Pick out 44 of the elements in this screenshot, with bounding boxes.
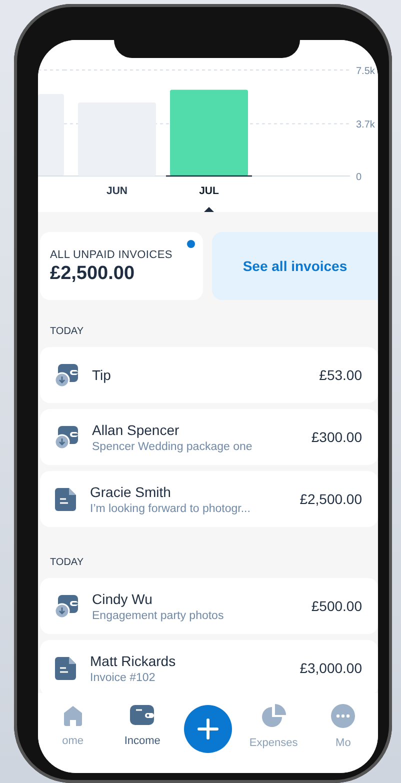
transaction-note: I’m looking forward to photogr... bbox=[90, 502, 250, 514]
section-header: TODAY bbox=[49, 325, 85, 339]
transaction-row[interactable]: Matt Rickards Invoice #102 £3,000.00 bbox=[40, 640, 378, 693]
wallet-download-icon bbox=[54, 424, 80, 450]
chart-bar[interactable] bbox=[170, 90, 248, 176]
more-icon bbox=[330, 703, 356, 729]
see-all-invoices-button[interactable]: See all invoices bbox=[212, 232, 378, 300]
axis-category-label[interactable]: JUL bbox=[199, 185, 219, 197]
axis-tick-label: 3.7k bbox=[356, 120, 375, 131]
transaction-row[interactable]: Gracie Smith I’m looking forward to photogr... £2,500.00 bbox=[40, 471, 378, 527]
nav-tab[interactable]: Income bbox=[114, 703, 170, 747]
transaction-name: Allan Spencer bbox=[92, 422, 180, 438]
transaction-row[interactable]: Cindy Wu Engagement party photos £500.00 bbox=[40, 578, 378, 634]
unpaid-total: £2,500.00 bbox=[50, 263, 136, 285]
document-icon bbox=[54, 486, 78, 512]
transaction-amount: £500.00 bbox=[311, 598, 362, 614]
axis-category-label[interactable]: JUN bbox=[106, 185, 128, 197]
card-label: ALL UNPAID INVOICES bbox=[50, 249, 174, 261]
document-icon bbox=[54, 655, 78, 681]
transaction-name: Cindy Wu bbox=[92, 590, 152, 606]
transaction-row[interactable]: Tip £53.00 bbox=[40, 347, 378, 403]
chart-bar[interactable] bbox=[78, 102, 156, 176]
transaction-amount: £53.00 bbox=[319, 367, 362, 383]
transaction-note: Spencer Wedding package one bbox=[92, 440, 252, 452]
transaction-name: Matt Rickards bbox=[90, 652, 176, 668]
axis-tick-label: 0 bbox=[356, 172, 362, 183]
transaction-name: Tip bbox=[92, 367, 111, 383]
section-header: TODAY bbox=[49, 556, 85, 570]
transaction-name: Gracie Smith bbox=[90, 484, 171, 500]
selection-pointer-icon bbox=[204, 207, 214, 212]
transaction-amount: £2,500.00 bbox=[300, 491, 362, 507]
transaction-amount: £3,000.00 bbox=[300, 660, 362, 676]
plus-icon bbox=[196, 718, 219, 740]
axis-tick-label: 7.5k bbox=[356, 66, 375, 77]
transaction-amount: £300.00 bbox=[311, 429, 362, 445]
transaction-note: Invoice #102 bbox=[90, 672, 156, 684]
add-button[interactable] bbox=[184, 705, 232, 753]
unpaid-invoices-card[interactable]: ALL UNPAID INVOICES £2,500.00 bbox=[40, 232, 203, 300]
transaction-note: Engagement party photos bbox=[92, 610, 224, 622]
pie-chart-icon bbox=[260, 703, 287, 729]
wallet-download-icon bbox=[54, 362, 80, 388]
transaction-row[interactable]: Allan Spencer Spencer Wedding package one £300.00 bbox=[40, 409, 378, 465]
wallet-download-icon bbox=[54, 593, 80, 619]
wallet-icon bbox=[129, 703, 156, 727]
